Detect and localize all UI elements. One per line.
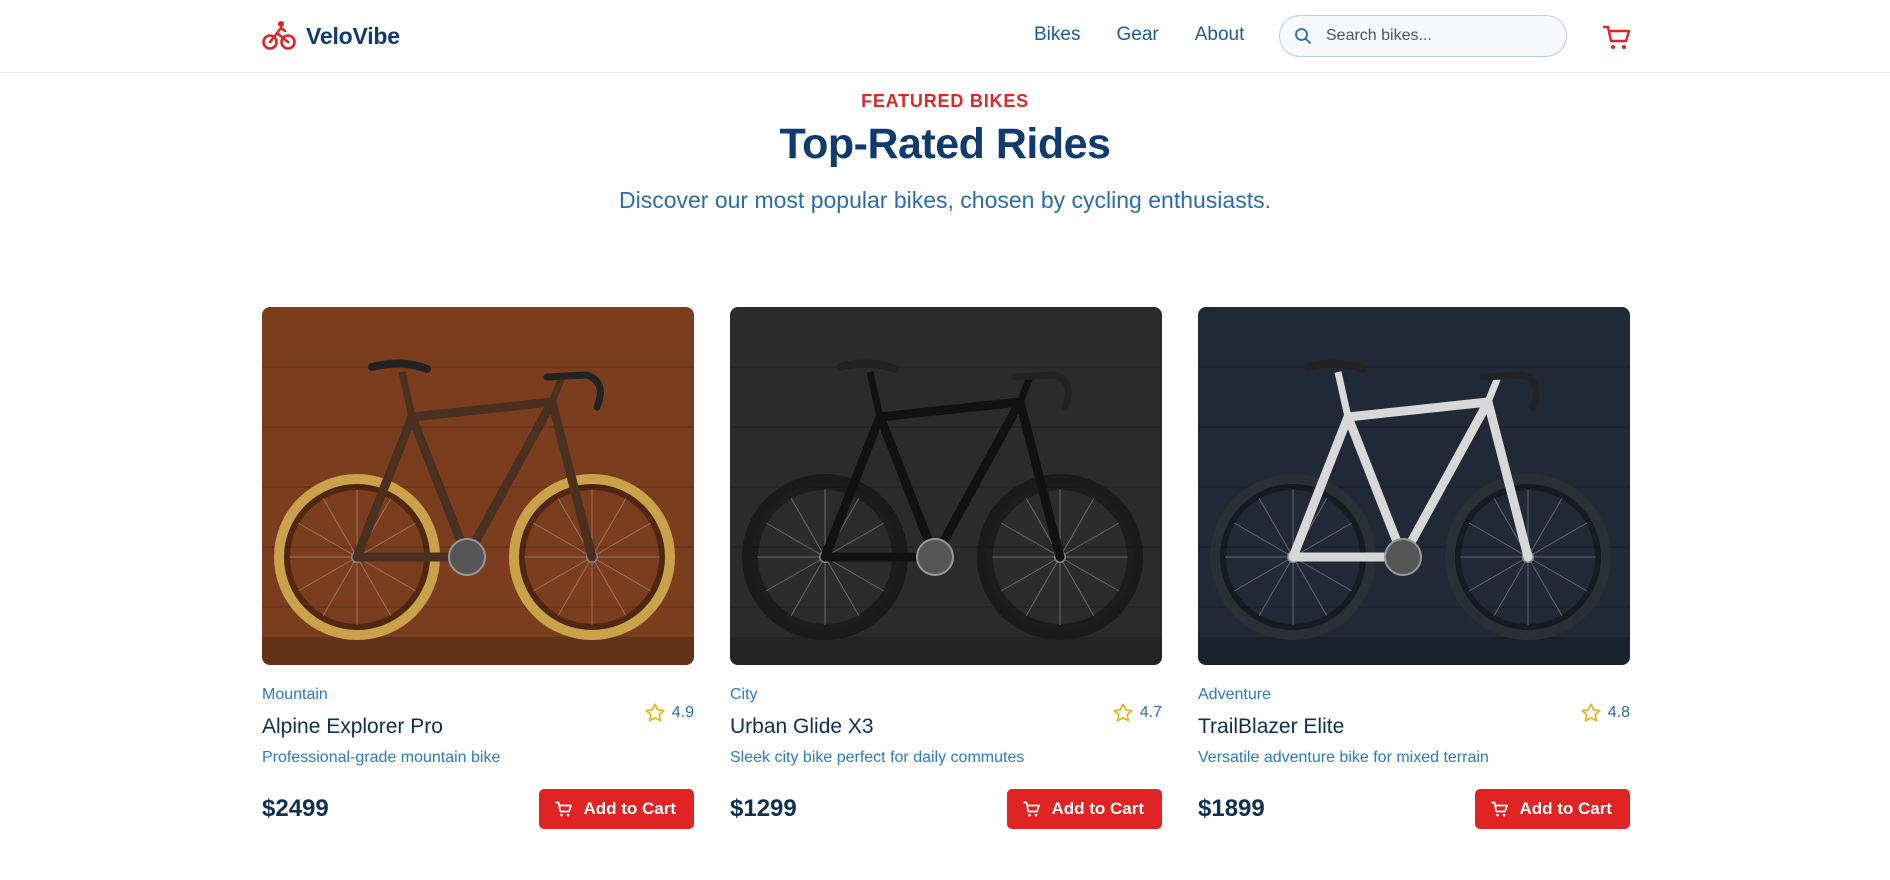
product-rating: 4.7 <box>1112 702 1162 724</box>
product-image[interactable] <box>730 307 1162 665</box>
add-to-cart-button[interactable]: Add to Cart <box>539 789 694 829</box>
product-card[interactable]: Mountain 4.9 Alpine Explorer Pro Profess… <box>262 307 694 829</box>
product-image[interactable] <box>262 307 694 665</box>
nav-link-bikes[interactable]: Bikes <box>1034 24 1080 46</box>
rating-value: 4.8 <box>1607 704 1630 721</box>
rating-value: 4.7 <box>1139 704 1162 721</box>
shopping-cart-icon[interactable] <box>1602 22 1632 52</box>
product-rating: 4.8 <box>1580 702 1630 724</box>
nav-link-about[interactable]: About <box>1195 24 1245 46</box>
rating-value: 4.9 <box>671 704 694 721</box>
bicycle-icon <box>262 21 296 50</box>
hero-subtitle: Discover our most popular bikes, chosen … <box>619 187 1271 213</box>
hero-section: FEATURED BIKES Top-Rated Rides Discover … <box>0 73 1890 214</box>
add-to-cart-label: Add to Cart <box>583 799 676 818</box>
product-description: Sleek city bike perfect for daily commut… <box>730 749 1025 766</box>
add-to-cart-button[interactable]: Add to Cart <box>1007 789 1162 829</box>
product-name[interactable]: Alpine Explorer Pro <box>262 715 443 739</box>
product-description: Professional-grade mountain bike <box>262 749 501 766</box>
product-card[interactable]: Adventure 4.8 TrailBlazer Elite Versatil… <box>1198 307 1630 829</box>
hero-eyebrow: FEATURED BIKES <box>861 91 1029 111</box>
shopping-cart-icon <box>555 801 573 817</box>
product-card[interactable]: City 4.7 Urban Glide X3 Sleek city bike … <box>730 307 1162 829</box>
shopping-cart-icon <box>1491 801 1509 817</box>
product-category: Adventure <box>1198 686 1271 703</box>
search-icon <box>1295 28 1311 44</box>
product-name[interactable]: TrailBlazer Elite <box>1198 715 1344 739</box>
star-icon <box>1581 703 1601 722</box>
star-icon <box>1113 703 1133 722</box>
shopping-cart-icon <box>1023 801 1041 817</box>
product-price: $1299 <box>730 795 797 822</box>
add-to-cart-label: Add to Cart <box>1051 799 1144 818</box>
add-to-cart-label: Add to Cart <box>1519 799 1612 818</box>
nav-link-gear[interactable]: Gear <box>1116 24 1158 46</box>
star-icon <box>645 703 665 722</box>
product-description: Versatile adventure bike for mixed terra… <box>1198 749 1489 766</box>
add-to-cart-button[interactable]: Add to Cart <box>1475 789 1630 829</box>
product-name[interactable]: Urban Glide X3 <box>730 715 874 739</box>
brand-name: VeloVibe <box>306 22 400 49</box>
search-box[interactable] <box>1279 15 1567 57</box>
product-price: $2499 <box>262 795 329 822</box>
product-rating: 4.9 <box>644 702 694 724</box>
product-category: Mountain <box>262 686 328 703</box>
brand-logo[interactable]: VeloVibe <box>262 19 400 53</box>
search-input[interactable] <box>1324 26 1544 46</box>
top-navbar: VeloVibe Bikes Gear About <box>0 0 1890 73</box>
hero-title: Top-Rated Rides <box>779 120 1111 168</box>
main-nav: Bikes Gear About <box>1034 24 1244 46</box>
product-category: City <box>730 686 758 703</box>
product-price: $1899 <box>1198 795 1265 822</box>
product-image[interactable] <box>1198 307 1630 665</box>
